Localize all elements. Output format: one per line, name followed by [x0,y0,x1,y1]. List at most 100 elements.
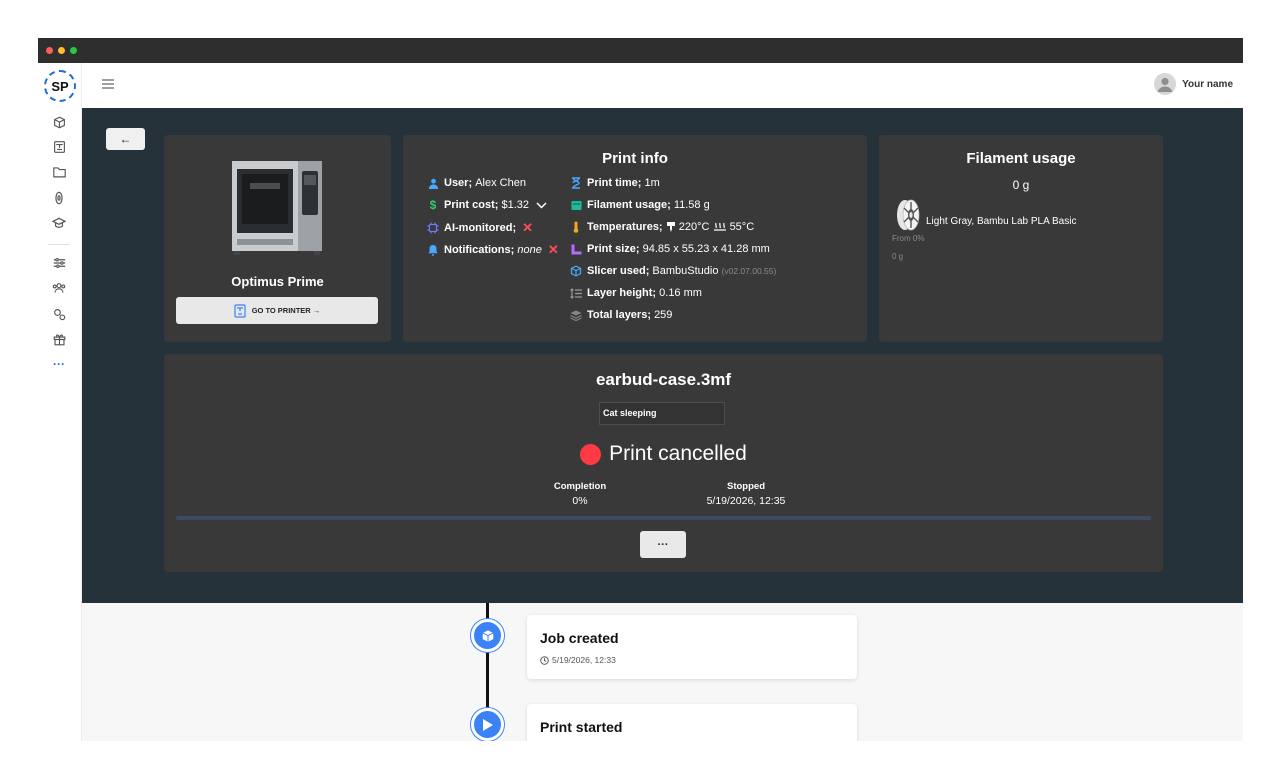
layers-icon [570,310,582,321]
logo-text: SP [51,78,69,94]
filament-from: From 0% [892,234,925,243]
filament-grams: 0 g [892,252,904,261]
stopped-stat: Stopped 5/19/2026, 12:35 [706,481,786,507]
info-filament-usage: Filament usage; 11.58 g [569,198,710,212]
sidebar-item-integrations[interactable] [50,305,68,323]
job-status: Print cancelled [164,442,1163,466]
play-icon [482,718,493,731]
clock-icon [540,655,549,665]
timeline-item-title: Print started [540,719,623,735]
timeline-item: Print started [527,704,857,741]
ai-disabled-x-icon: ✕ [522,220,534,235]
printer-icon [234,303,246,318]
info-cost[interactable]: $ Print cost; $1.32 [426,198,547,212]
sidebar-item-settings[interactable] [50,254,68,272]
close-window-button[interactable] [46,47,53,54]
users-icon [52,283,66,293]
minimize-window-button[interactable] [58,47,65,54]
hamburger-menu-icon[interactable] [102,76,118,92]
sliders-icon [53,257,65,269]
job-timeline: Job created 5/19/2026, 12:33 Print start… [82,603,1243,741]
job-filename: earbud-case.3mf [595,370,732,389]
printer-icon [53,141,65,153]
cube-icon [482,629,493,642]
sidebar-item-printers[interactable] [50,138,68,156]
sidebar-item-files[interactable] [50,163,68,181]
filament-icon [55,191,63,205]
user-icon [428,178,438,189]
maximize-window-button[interactable] [70,47,77,54]
spool-icon [571,200,581,210]
graduation-cap-icon [52,217,66,228]
folder-icon [52,167,66,178]
avatar [1154,73,1177,95]
go-to-printer-label: GO TO PRINTER → [251,306,321,315]
sidebar-item-models[interactable] [50,113,68,131]
info-slicer: Slicer used; BambuStudio (v02.07.00.55) [569,264,776,278]
info-print-size: Print size; 94.85 x 55.23 x 41.28 mm [569,242,770,256]
filament-total: 0 g [1012,178,1030,192]
info-ai-monitored: AI-monitored; ✕ [426,220,533,236]
sidebar: SP ··· [38,63,82,741]
printer-image [228,157,326,257]
printer-name: Optimus Prime [231,274,324,289]
status-text: Print cancelled [609,442,747,465]
camera-preview[interactable]: Cat sleeping [599,402,725,425]
gift-icon [53,334,65,345]
sidebar-item-learn[interactable] [50,214,68,232]
cube-icon [53,116,65,128]
notifications-disabled-x-icon: ✕ [547,242,559,257]
info-user: User; Alex Chen [426,176,526,190]
bell-icon [428,245,438,256]
more-actions-button[interactable]: ··· [640,531,686,558]
thermometer-icon [573,221,579,233]
layer-height-icon [570,287,582,299]
chip-icon [427,222,439,234]
back-button[interactable]: ← [106,128,145,150]
dollar-icon: $ [429,198,437,212]
timeline-item: Job created 5/19/2026, 12:33 [527,615,857,679]
print-info-card: Print info User; Alex Chen $ Print cost;… [403,135,867,342]
window-titlebar [38,38,1243,63]
more-icon[interactable]: ··· [50,355,68,373]
ruler-icon [571,244,581,254]
sidebar-item-filament[interactable] [50,189,68,207]
cube-icon [570,265,582,277]
gears-icon [53,308,65,320]
app-window: SP ··· Your name ← Optimus Prime GO TO P… [38,38,1243,741]
timeline-item-time: 5/19/2026, 12:33 [540,655,616,665]
completion-stat: Completion 0% [553,481,607,507]
sidebar-item-rewards[interactable] [50,330,68,348]
heatbed-icon [713,222,726,231]
timeline-node-started [471,708,504,741]
info-total-layers: Total layers; 259 [569,308,672,322]
info-print-time: Print time; 1m [569,176,660,190]
filament-usage-card: Filament usage 0 g Light Gray, Bambu Lab… [879,135,1163,342]
info-temperatures: Temperatures; 220°C 55°C [569,220,754,234]
printer-card: Optimus Prime GO TO PRINTER → [164,135,391,342]
print-info-title: Print info [602,150,668,167]
sidebar-item-users[interactable] [50,279,68,297]
camera-label: Cat sleeping [603,408,657,418]
user-name: Your name [1182,78,1233,90]
user-avatar-icon [1157,77,1173,92]
user-menu[interactable]: Your name [1154,72,1233,96]
job-status-card: earbud-case.3mf Cat sleeping Print cance… [164,354,1163,572]
hourglass-icon [572,177,580,189]
sidebar-divider [48,244,70,245]
chevron-down-icon [536,201,547,209]
top-bar: Your name [82,63,1243,108]
filament-spool-icon [895,199,921,231]
timeline-node-created [471,619,504,652]
filament-usage-title: Filament usage [966,150,1076,167]
info-layer-height: Layer height; 0.16 mm [569,286,702,300]
info-notifications: Notifications; none ✕ [426,242,559,258]
status-indicator [580,443,602,465]
timeline-item-title: Job created [540,630,619,646]
app-logo[interactable]: SP [44,70,76,102]
progress-bar [176,516,1151,520]
filament-name: Light Gray, Bambu Lab PLA Basic [926,216,1077,227]
nozzle-icon [666,222,675,232]
go-to-printer-button[interactable]: GO TO PRINTER → [176,297,378,324]
job-overview: ← Optimus Prime GO TO PRINTER → Print in… [82,108,1243,603]
